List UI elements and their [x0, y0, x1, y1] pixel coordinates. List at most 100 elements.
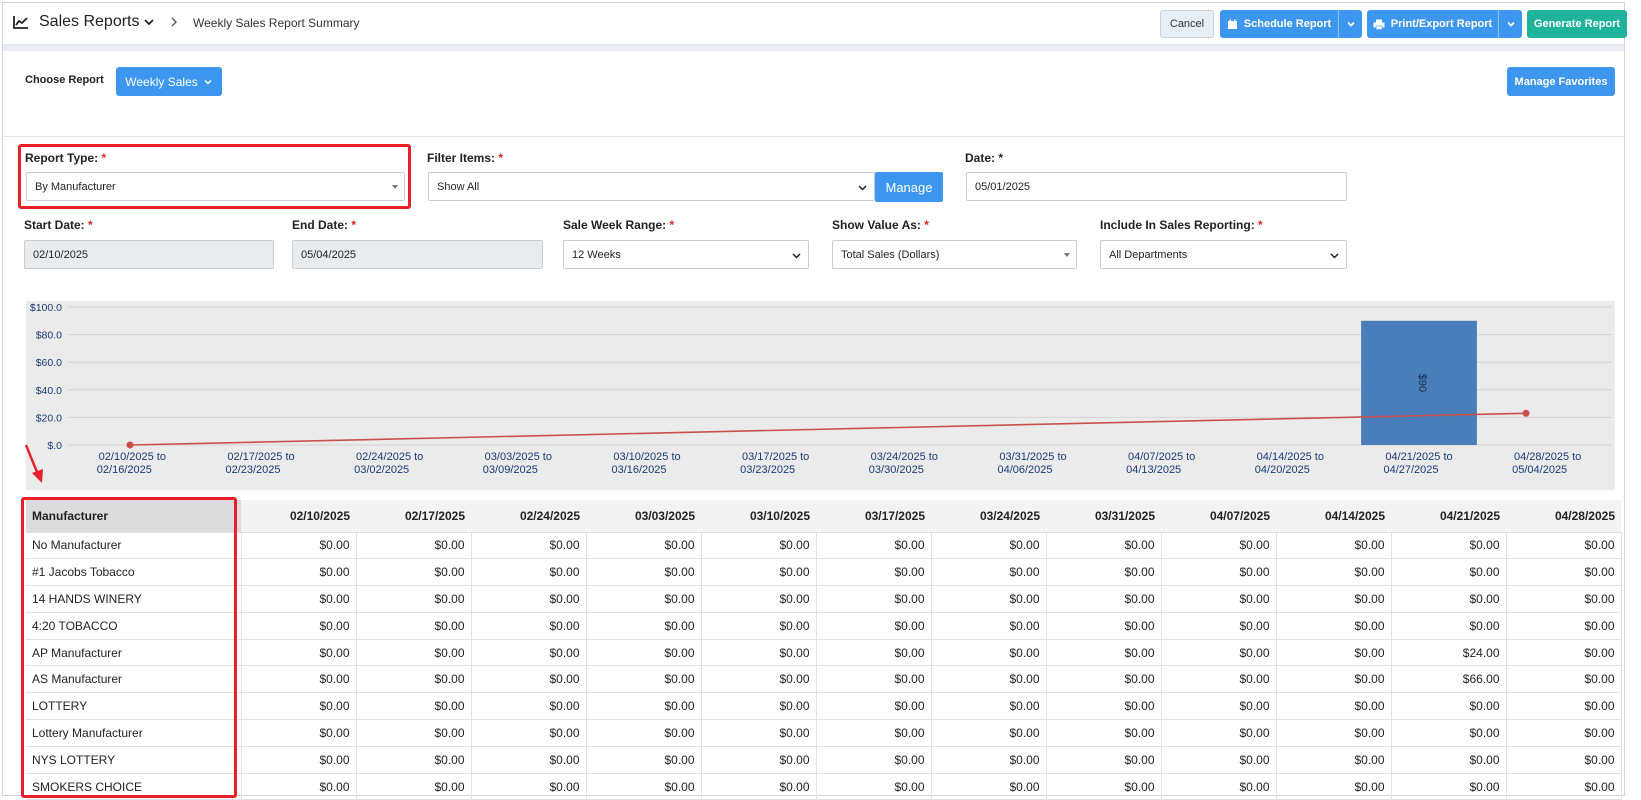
schedule-report-dropdown[interactable] — [1338, 10, 1362, 38]
sales-cell: $0.00 — [356, 746, 472, 774]
trend-point — [126, 441, 134, 449]
sales-cell: $0.00 — [1046, 665, 1162, 694]
column-header-week[interactable]: 04/07/2025 — [1161, 500, 1276, 533]
sales-cell: $0.00 — [586, 532, 702, 560]
sales-cell: $0.00 — [241, 639, 357, 667]
x-tick-label: 02/24/2025 to — [356, 451, 423, 463]
manage-favorites-button[interactable]: Manage Favorites — [1507, 67, 1615, 96]
sales-cell: $0.00 — [1046, 639, 1162, 667]
sales-cell: $0.00 — [931, 719, 1047, 747]
y-tick-label: $60.0 — [36, 357, 62, 369]
column-header-week[interactable]: 02/10/2025 — [241, 500, 356, 533]
sales-cell: $66.00 — [1391, 665, 1507, 694]
trend-line — [129, 412, 1527, 446]
trend-point — [1522, 409, 1530, 417]
sales-cell: $0.00 — [241, 773, 357, 800]
sales-cell: $0.00 — [1046, 692, 1162, 721]
dropdown-caret-icon — [1064, 253, 1070, 257]
table-row: Lottery Manufacturer $0.00 $0.00 $0.00 $0.00… — [26, 719, 1622, 747]
column-header-week[interactable]: 02/24/2025 — [471, 500, 586, 533]
sales-cell: $0.00 — [1161, 773, 1277, 800]
highlight-manufacturer-column — [21, 497, 237, 798]
sales-cell: $0.00 — [241, 585, 357, 613]
bar-data-label: $90 — [1416, 374, 1428, 392]
sales-cell: $0.00 — [1046, 532, 1162, 560]
manage-filter-button[interactable]: Manage — [875, 172, 943, 202]
page-title[interactable]: Sales Reports — [39, 13, 140, 31]
column-header-week[interactable]: 04/28/2025 — [1506, 500, 1621, 533]
section-divider — [3, 136, 1624, 137]
sales-cell: $0.00 — [1161, 719, 1277, 747]
x-tick-label: 03/30/2025 — [869, 464, 924, 476]
column-header-week[interactable]: 02/17/2025 — [356, 500, 471, 533]
top-header: Sales Reports Weekly Sales Report Summar… — [3, 3, 1627, 45]
sales-cell: $0.00 — [1046, 719, 1162, 747]
sales-cell: $0.00 — [471, 532, 587, 560]
schedule-report-button[interactable]: Schedule Report — [1220, 10, 1362, 38]
sales-cell: $0.00 — [1506, 558, 1622, 587]
column-header-week[interactable]: 03/17/2025 — [816, 500, 931, 533]
table-row: SMOKERS CHOICE $0.00 $0.00 $0.00 $0.00 $0.00 $… — [26, 773, 1622, 800]
x-tick-label: 04/14/2025 to — [1257, 451, 1324, 463]
sales-cell: $0.00 — [356, 665, 472, 694]
print-export-button[interactable]: Print/Export Report — [1367, 10, 1522, 38]
y-tick-label: $20.0 — [36, 412, 62, 424]
generate-report-button[interactable]: Generate Report — [1527, 10, 1627, 38]
column-header-week[interactable]: 04/14/2025 — [1276, 500, 1391, 533]
sales-cell: $0.00 — [1161, 532, 1277, 560]
sales-cell: $0.00 — [931, 773, 1047, 800]
choose-report-label: Choose Report — [25, 74, 104, 86]
x-tick-label: 04/21/2025 to — [1385, 451, 1452, 463]
sales-cell: $0.00 — [241, 558, 357, 587]
include-reporting-select[interactable]: All Departments — [1100, 240, 1347, 269]
cancel-button[interactable]: Cancel — [1160, 10, 1214, 38]
column-header-week[interactable]: 04/21/2025 — [1391, 500, 1506, 533]
column-header-week[interactable]: 03/03/2025 — [586, 500, 701, 533]
sales-cell: $0.00 — [1391, 558, 1507, 587]
sales-cell: $0.00 — [1276, 719, 1392, 747]
show-value-select[interactable]: Total Sales (Dollars) — [832, 240, 1077, 269]
sales-cell: $0.00 — [471, 665, 587, 694]
report-chooser-dropdown[interactable]: Weekly Sales — [116, 67, 222, 96]
annotation-arrow-icon — [24, 444, 43, 483]
column-header-week[interactable]: 03/10/2025 — [701, 500, 816, 533]
include-reporting-label: Include In Sales Reporting: * — [1100, 218, 1263, 232]
calendar-icon — [1227, 19, 1237, 29]
start-date-field: 02/10/2025 — [24, 240, 274, 269]
x-tick-label: 02/17/2025 to — [227, 451, 294, 463]
sales-cell: $0.00 — [816, 639, 932, 667]
sales-cell: $0.00 — [816, 585, 932, 613]
week-range-select[interactable]: 12 Weeks — [563, 240, 809, 269]
x-tick-label: 03/09/2025 — [483, 464, 538, 476]
sales-cell: $0.00 — [1391, 773, 1507, 800]
sales-cell: $0.00 — [241, 612, 357, 640]
table-row: NYS LOTTERY $0.00 $0.00 $0.00 $0.00 $0.00 $0.0… — [26, 746, 1622, 774]
sales-cell: $0.00 — [1506, 665, 1622, 694]
chevron-down-icon[interactable] — [143, 16, 155, 28]
sales-cell: $0.00 — [1506, 585, 1622, 613]
breadcrumb: Weekly Sales Report Summary — [193, 16, 360, 30]
date-field[interactable]: 05/01/2025 — [966, 172, 1347, 201]
header-band — [3, 45, 1624, 51]
sales-cell: $0.00 — [356, 719, 472, 747]
x-tick-label: 02/10/2025 to — [99, 451, 166, 463]
x-tick-label: 04/07/2025 to — [1128, 451, 1195, 463]
sales-cell: $0.00 — [471, 692, 587, 721]
chevron-down-icon — [1346, 21, 1355, 27]
sales-cell: $0.00 — [701, 719, 817, 747]
sales-cell: $0.00 — [816, 773, 932, 800]
sales-cell: $0.00 — [1506, 532, 1622, 560]
sales-cell: $0.00 — [1161, 639, 1277, 667]
sales-cell: $0.00 — [701, 639, 817, 667]
weekly-sales-chart: $100.0 $80.0 $60.0 $40.0 $20.0 $.0 $90 02/10/20… — [26, 301, 1615, 490]
week-range-label: Sale Week Range: * — [563, 218, 675, 232]
sales-cell: $0.00 — [931, 639, 1047, 667]
chevron-down-icon — [858, 185, 867, 191]
filter-items-select[interactable]: Show All — [428, 172, 875, 201]
sales-cell: $0.00 — [1391, 692, 1507, 721]
print-export-dropdown[interactable] — [1498, 10, 1522, 38]
sales-cell: $0.00 — [1161, 585, 1277, 613]
sales-cell: $0.00 — [586, 585, 702, 613]
column-header-week[interactable]: 03/31/2025 — [1046, 500, 1161, 533]
column-header-week[interactable]: 03/24/2025 — [931, 500, 1046, 533]
